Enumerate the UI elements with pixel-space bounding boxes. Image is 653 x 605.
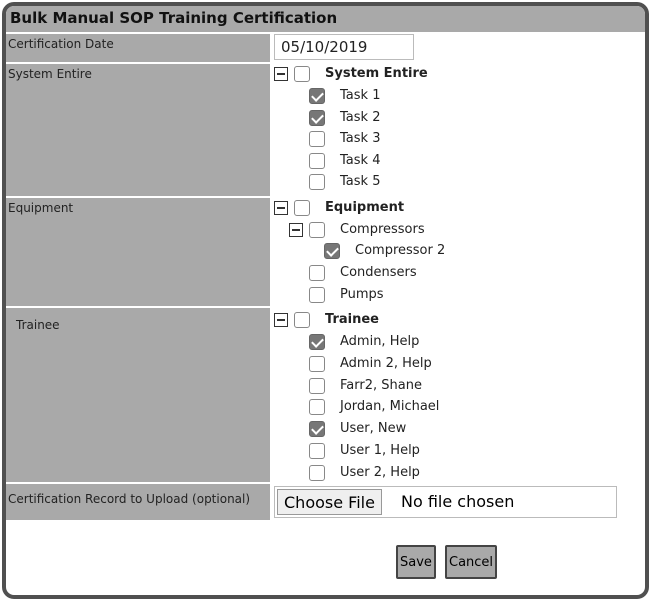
certification-form: Bulk Manual SOP Training Certification C… [2,2,649,599]
tree-checkbox[interactable] [309,287,325,303]
tree-node-label[interactable]: Pumps [340,285,384,305]
tree-node-label[interactable]: Condensers [340,263,417,283]
file-upload-input[interactable]: Choose File No file chosen [274,486,617,518]
tree-node-label[interactable]: Admin, Help [340,332,419,352]
tree-node-label[interactable]: User 2, Help [340,463,420,483]
tree-node-label[interactable]: Jordan, Michael [340,397,439,417]
tree-checkbox[interactable] [309,174,325,190]
tree-checkbox[interactable] [294,66,310,82]
trainee-label: Trainee [6,308,270,482]
tree-node-label[interactable]: Farr2, Shane [340,376,422,396]
tree-checkbox[interactable] [324,243,340,259]
collapse-toggle-icon[interactable] [274,313,288,327]
tree-node-label[interactable]: Trainee [325,310,379,330]
tree-node-label[interactable]: Task 4 [340,151,380,171]
certification-date-label: Certification Date [6,34,270,62]
collapse-toggle-icon[interactable] [289,223,303,237]
tree-checkbox[interactable] [309,109,325,126]
system-entire-label: System Entire [6,64,270,196]
tree-checkbox[interactable] [309,464,325,481]
tree-node-label[interactable]: User, New [340,419,406,439]
tree-checkbox[interactable] [309,131,325,147]
tree-node-label[interactable]: Compressors [340,220,425,240]
tree-checkbox[interactable] [309,152,325,169]
tree-node-label[interactable]: Task 5 [340,172,380,192]
equipment-label: Equipment [6,198,270,306]
tree-node-label[interactable]: System Entire [325,64,428,84]
tree-checkbox[interactable] [309,222,325,238]
tree-checkbox[interactable] [309,421,325,438]
tree-node-label[interactable]: Task 1 [340,86,380,106]
tree-node-label[interactable]: Task 2 [340,108,380,128]
collapse-toggle-icon[interactable] [274,201,288,215]
tree-checkbox[interactable] [309,334,325,350]
collapse-toggle-icon[interactable] [274,67,288,81]
form-title: Bulk Manual SOP Training Certification [6,6,645,32]
tree-checkbox[interactable] [309,355,325,372]
tree-node-label[interactable]: Equipment [325,198,404,218]
tree-checkbox[interactable] [309,443,325,459]
tree-checkbox[interactable] [294,200,310,216]
tree-node-label[interactable]: User 1, Help [340,441,420,461]
tree-node-label[interactable]: Compressor 2 [355,241,445,261]
tree-checkbox[interactable] [309,377,325,394]
tree-checkbox[interactable] [309,399,325,416]
tree-node-label[interactable]: Task 3 [340,129,380,149]
choose-file-button[interactable]: Choose File [277,489,382,515]
file-status: No file chosen [401,492,515,511]
tree-checkbox[interactable] [294,312,310,328]
tree-checkbox[interactable] [309,265,325,281]
save-button[interactable]: Save [396,545,436,579]
tree-node-label[interactable]: Admin 2, Help [340,354,432,374]
tree-checkbox[interactable] [309,88,325,104]
upload-label: Certification Record to Upload (optional… [6,484,270,520]
certification-date-input[interactable]: 05/10/2019 [274,34,414,60]
cancel-button[interactable]: Cancel [445,545,498,579]
